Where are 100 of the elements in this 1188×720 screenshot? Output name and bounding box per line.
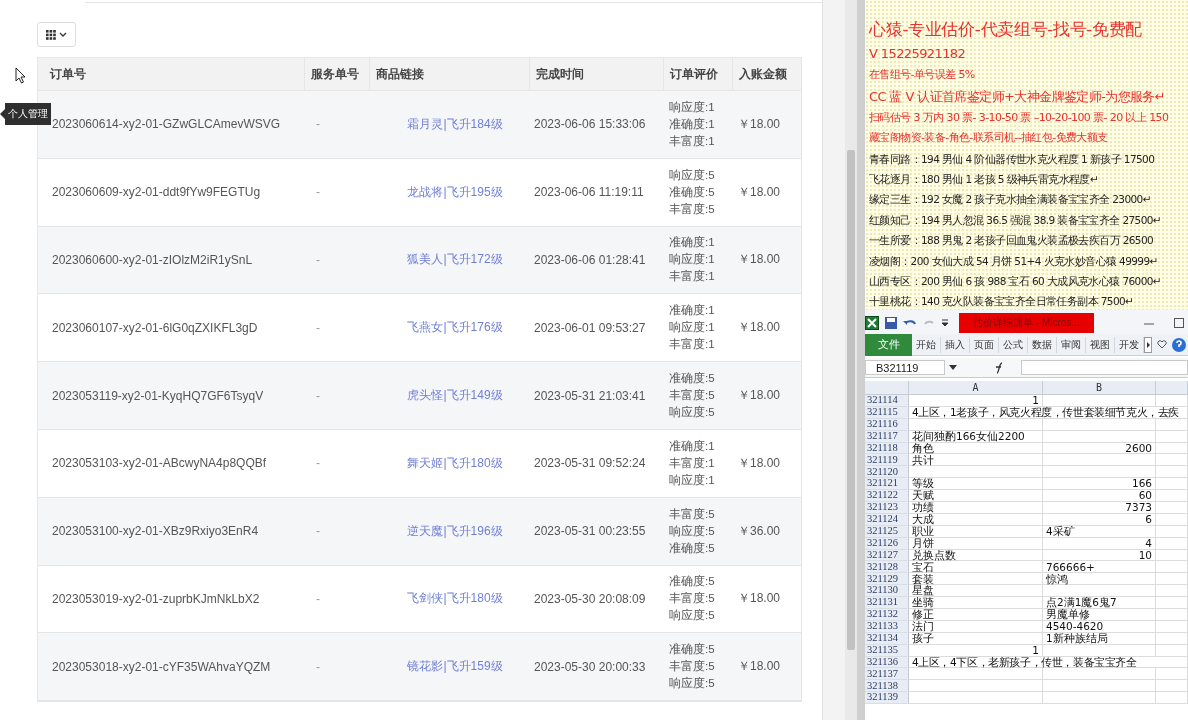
spreadsheet-cell[interactable]: 孩子 bbox=[909, 632, 1043, 645]
spreadsheet-cell[interactable]: 等级 bbox=[909, 478, 1043, 491]
spreadsheet-cell[interactable]: 花间独酌166女仙2200 bbox=[909, 430, 1043, 443]
spreadsheet-cell[interactable]: 4540-4620 bbox=[1043, 620, 1156, 633]
spreadsheet-cell[interactable]: 7373 bbox=[1043, 502, 1156, 514]
spreadsheet-cell[interactable]: 1 bbox=[909, 644, 1043, 657]
spreadsheet-cell[interactable]: 宝石 bbox=[909, 561, 1043, 574]
spreadsheet-cell[interactable] bbox=[1156, 454, 1188, 467]
spreadsheet-cell[interactable] bbox=[1156, 597, 1188, 610]
spreadsheet-cell[interactable] bbox=[1043, 692, 1156, 705]
scrollbar-thumb[interactable] bbox=[847, 150, 855, 650]
formula-field[interactable] bbox=[1021, 360, 1188, 375]
spreadsheet-cell[interactable]: 大成 bbox=[909, 513, 1043, 526]
spreadsheet-cell[interactable]: 共计 bbox=[909, 454, 1043, 467]
spreadsheet-cell[interactable] bbox=[1156, 620, 1188, 633]
ribbon-tab[interactable]: 插入 bbox=[941, 336, 970, 353]
spreadsheet-cell[interactable] bbox=[1156, 442, 1188, 455]
spreadsheet-cell[interactable]: 修正 bbox=[909, 609, 1043, 621]
column-header[interactable] bbox=[1156, 381, 1188, 395]
spreadsheet-cell[interactable]: 10 bbox=[1043, 549, 1156, 562]
spreadsheet-cell[interactable]: 点2满1魔6鬼7 bbox=[1043, 597, 1156, 610]
spreadsheet-cell[interactable] bbox=[909, 668, 1043, 681]
spreadsheet-cell[interactable]: 4 bbox=[1043, 537, 1156, 550]
spreadsheet-cell[interactable]: 766666+ bbox=[1043, 561, 1156, 574]
name-box[interactable]: B321119 bbox=[865, 360, 945, 375]
scroll-right-icon[interactable] bbox=[1144, 336, 1152, 353]
spreadsheet-cell[interactable] bbox=[1156, 644, 1188, 657]
ribbon-tab[interactable]: 数据 bbox=[1028, 336, 1057, 353]
spreadsheet-cell[interactable]: 6 bbox=[1043, 513, 1156, 526]
spreadsheet-cell[interactable] bbox=[1156, 430, 1188, 443]
spreadsheet-cell[interactable]: 男魔单修 bbox=[1043, 609, 1156, 621]
file-tab[interactable]: 文件 bbox=[865, 333, 912, 356]
spreadsheet-cell[interactable] bbox=[1156, 395, 1188, 407]
select-all-corner[interactable] bbox=[865, 381, 909, 395]
product-link[interactable]: 镜花影|飞升159级 bbox=[407, 658, 503, 676]
spreadsheet-cell[interactable]: 职业 bbox=[909, 525, 1043, 538]
product-link[interactable]: 狐美人|飞升172级 bbox=[407, 251, 503, 269]
spreadsheet-cell[interactable]: 1新种族结局 bbox=[1043, 632, 1156, 645]
spreadsheet-cell[interactable] bbox=[1043, 680, 1156, 693]
spreadsheet-cell[interactable] bbox=[1156, 561, 1188, 574]
spreadsheet-cell[interactable] bbox=[1156, 466, 1188, 479]
spreadsheet-cell[interactable] bbox=[1156, 573, 1188, 586]
spreadsheet-cell[interactable] bbox=[1156, 502, 1188, 514]
spreadsheet-cell[interactable] bbox=[1043, 585, 1156, 598]
spreadsheet-cell[interactable] bbox=[1156, 525, 1188, 538]
product-link[interactable]: 虎头怪|飞升149级 bbox=[407, 387, 503, 405]
spreadsheet-cell[interactable]: 功绩 bbox=[909, 502, 1043, 514]
spreadsheet-cell[interactable]: 坐骑 bbox=[909, 597, 1043, 610]
spreadsheet-cell[interactable] bbox=[1156, 632, 1188, 645]
spreadsheet-cell[interactable] bbox=[1156, 609, 1188, 621]
spreadsheet-cell[interactable]: 天赋 bbox=[909, 490, 1043, 502]
spreadsheet-cell[interactable]: 星盘 bbox=[909, 585, 1043, 598]
spreadsheet-cell[interactable] bbox=[1156, 680, 1188, 693]
spreadsheet-cell[interactable] bbox=[909, 692, 1043, 705]
spreadsheet-cell[interactable] bbox=[1156, 668, 1188, 681]
spreadsheet-cell[interactable]: 惊鸿 bbox=[1043, 573, 1156, 586]
spreadsheet-cell[interactable] bbox=[1156, 585, 1188, 598]
dropdown-icon[interactable] bbox=[949, 365, 957, 370]
product-link[interactable]: 飞剑侠|飞升180级 bbox=[407, 590, 503, 608]
spreadsheet-cell[interactable]: 法门 bbox=[909, 620, 1043, 633]
spreadsheet-cell[interactable] bbox=[1043, 430, 1156, 443]
spreadsheet-cell[interactable] bbox=[1156, 549, 1188, 562]
spreadsheet-cell[interactable] bbox=[1156, 513, 1188, 526]
ribbon-tab[interactable]: 开始 bbox=[912, 336, 941, 353]
product-link[interactable]: 霜月灵|飞升184级 bbox=[407, 115, 503, 133]
spreadsheet-cell[interactable]: 2600 bbox=[1043, 442, 1156, 455]
spreadsheet-cell[interactable] bbox=[1156, 692, 1188, 705]
column-toggle-button[interactable] bbox=[37, 22, 76, 47]
save-icon[interactable] bbox=[885, 317, 897, 329]
spreadsheet-cell[interactable]: 60 bbox=[1043, 490, 1156, 502]
spreadsheet-cell[interactable]: 4上区，4下区，老新孩子，传世，装备宝宝齐全 bbox=[909, 656, 1188, 669]
spreadsheet-cell[interactable]: 月饼 bbox=[909, 537, 1043, 550]
spreadsheet-cell[interactable] bbox=[1156, 537, 1188, 550]
ribbon-tab[interactable]: 页面 bbox=[970, 336, 999, 353]
maximize-icon[interactable] bbox=[1174, 318, 1184, 328]
spreadsheet-cell[interactable] bbox=[1156, 490, 1188, 502]
spreadsheet-cell[interactable] bbox=[909, 466, 1043, 479]
product-link[interactable]: 龙战将|飞升195级 bbox=[407, 183, 503, 201]
column-header[interactable]: A bbox=[909, 381, 1043, 395]
spreadsheet-cell[interactable]: 角色 bbox=[909, 442, 1043, 455]
spreadsheet-cell[interactable] bbox=[1043, 454, 1156, 467]
spreadsheet-cell[interactable]: 1 bbox=[909, 395, 1043, 407]
spreadsheet-cell[interactable]: 兑换点数 bbox=[909, 549, 1043, 562]
ribbon-tab[interactable]: 视图 bbox=[1086, 336, 1115, 353]
spreadsheet-cell[interactable]: 4采矿 bbox=[1043, 525, 1156, 538]
spreadsheet-cell[interactable] bbox=[1156, 418, 1188, 431]
product-link[interactable]: 逆天魔|飞升196级 bbox=[407, 522, 503, 540]
spreadsheet-cell[interactable] bbox=[1043, 644, 1156, 657]
spreadsheet-cell[interactable]: 4上区，1老孩子，风克火程度，传世套装细节克火，去疾 bbox=[909, 406, 1188, 419]
spreadsheet-cell[interactable] bbox=[1156, 478, 1188, 491]
product-link[interactable]: 飞燕女|飞升176级 bbox=[407, 319, 503, 337]
column-header[interactable]: B bbox=[1043, 381, 1156, 395]
spreadsheet-cell[interactable] bbox=[909, 680, 1043, 693]
product-link[interactable]: 舞天姬|飞升180级 bbox=[407, 454, 503, 472]
spreadsheet-cell[interactable] bbox=[1043, 668, 1156, 681]
spreadsheet-cell[interactable]: 166 bbox=[1043, 478, 1156, 491]
spreadsheet-cell[interactable] bbox=[1043, 418, 1156, 431]
ribbon-tab[interactable]: 公式 bbox=[999, 336, 1028, 353]
spreadsheet-cell[interactable] bbox=[1043, 395, 1156, 407]
spreadsheet-cell[interactable] bbox=[1043, 466, 1156, 479]
